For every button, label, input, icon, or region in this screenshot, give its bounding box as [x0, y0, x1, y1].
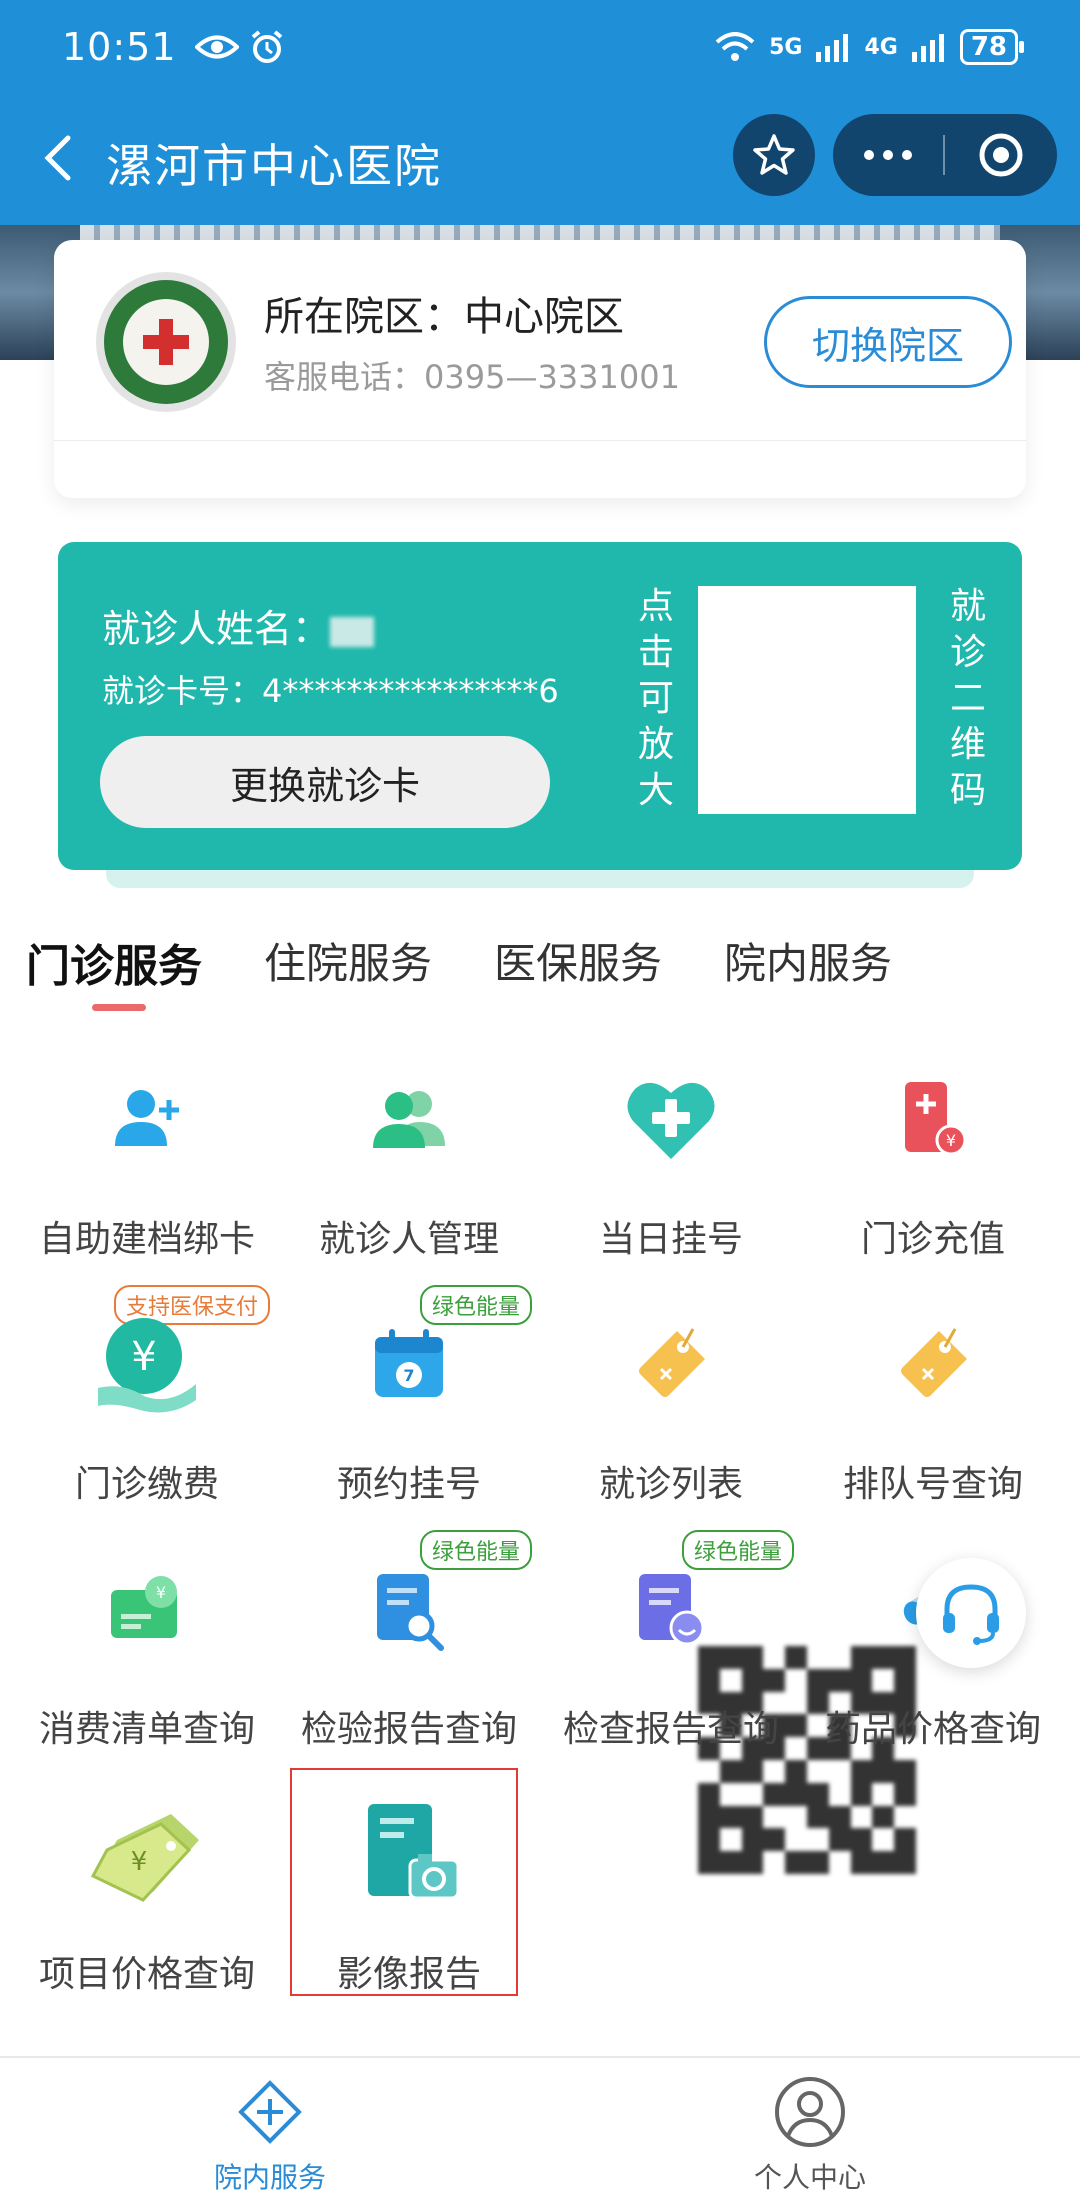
tag-icon — [611, 1305, 731, 1425]
svg-text:¥: ¥ — [156, 1583, 166, 1602]
calendar-icon: 7 — [349, 1305, 469, 1425]
tap-to-enlarge-hint: 点击可放大 — [637, 586, 674, 811]
star-icon — [753, 134, 795, 175]
tag-icon — [873, 1305, 993, 1425]
target-icon — [979, 133, 1023, 177]
service-item-price[interactable]: ¥ 项目价格查询 — [16, 1795, 278, 1995]
net-4g: 4G — [864, 34, 898, 60]
qr-caption: 就诊二维码 — [949, 586, 986, 811]
service-outpatient-payment[interactable]: 支持医保支付 ¥ 门诊缴费 — [16, 1285, 278, 1505]
svg-text:¥: ¥ — [131, 1334, 156, 1380]
svg-text:¥: ¥ — [946, 1131, 956, 1150]
service-tabs: 门诊服务 住院服务 医保服务 院内服务 — [26, 930, 954, 1011]
switch-campus-button[interactable]: 切换院区 — [764, 296, 1012, 388]
battery-indicator: 78 — [959, 29, 1025, 65]
signal-icon — [816, 34, 849, 62]
patient-name: 就诊人姓名： — [102, 598, 375, 653]
status-time: 10:51 — [62, 25, 177, 69]
alarm-icon — [251, 30, 282, 63]
change-card-button[interactable]: 更换就诊卡 — [100, 736, 550, 828]
close-miniapp-button[interactable] — [945, 114, 1057, 196]
price-tag-icon: ¥ — [87, 1795, 207, 1915]
service-queue-query[interactable]: 排队号查询 — [802, 1305, 1064, 1505]
report-search-icon — [349, 1550, 469, 1670]
top-bar: 10:51 5G 4G 78 漯河市中心医院 — [0, 0, 1080, 225]
yuan-hand-icon: ¥ — [87, 1305, 207, 1425]
recharge-icon: ¥ — [873, 1060, 993, 1180]
more-button[interactable] — [833, 114, 943, 196]
service-phone: 客服电话：0395—3331001 — [264, 358, 680, 396]
users-icon — [349, 1060, 469, 1180]
tab-outpatient[interactable]: 门诊服务 — [26, 930, 202, 1011]
patient-card-number: 就诊卡号：4****************6 — [102, 672, 559, 710]
miniapp-capsule — [833, 114, 1057, 196]
chevron-left-icon — [44, 135, 71, 181]
service-expense-list[interactable]: ¥ 消费清单查询 — [16, 1550, 278, 1750]
svg-text:7: 7 — [403, 1366, 414, 1385]
campus-label: 所在院区：中心院区 — [264, 294, 624, 340]
red-cross-icon — [143, 319, 189, 365]
eye-icon — [194, 35, 239, 59]
page-title: 漯河市中心医院 — [106, 139, 442, 193]
tab-insurance[interactable]: 医保服务 — [494, 930, 662, 994]
service-patient-management[interactable]: 就诊人管理 — [278, 1060, 540, 1260]
user-circle-icon — [770, 2072, 850, 2152]
signal-icon — [911, 34, 944, 62]
headset-icon — [943, 1584, 999, 1645]
report-smile-icon — [611, 1550, 731, 1670]
nav-in-hospital-services[interactable]: 院内服务 — [120, 2072, 420, 2196]
service-outpatient-recharge[interactable]: ¥ 门诊充值 — [802, 1060, 1064, 1260]
back-button[interactable] — [30, 128, 90, 188]
service-same-day-registration[interactable]: 当日挂号 — [540, 1060, 802, 1260]
qr-code[interactable] — [698, 586, 916, 1874]
bill-icon: ¥ — [87, 1550, 207, 1670]
customer-service-button[interactable] — [916, 1558, 1026, 1668]
wifi-icon — [715, 32, 755, 61]
patient-card: 就诊人姓名： 就诊卡号：4****************6 更换就诊卡 点击可… — [58, 542, 1022, 1874]
hospital-logo — [96, 272, 236, 412]
service-appointment[interactable]: 绿色能量 7 预约挂号 — [278, 1285, 540, 1505]
svg-text:¥: ¥ — [131, 1847, 148, 1877]
hospital-card: 所在院区：中心院区 客服电话：0395—3331001 切换院区 — [54, 240, 1026, 498]
heart-plus-icon — [611, 1060, 731, 1180]
medical-diamond-icon — [230, 2072, 310, 2152]
favorite-button[interactable] — [733, 114, 815, 196]
service-register-bind-card[interactable]: 自助建档绑卡 — [16, 1060, 278, 1260]
tab-inpatient[interactable]: 住院服务 — [264, 930, 432, 994]
nav-personal-center[interactable]: 个人中心 — [660, 2072, 960, 2196]
status-bar: 10:51 5G 4G 78 — [62, 22, 1025, 72]
selection-highlight — [290, 1768, 518, 1996]
tab-in-hospital[interactable]: 院内服务 — [724, 930, 892, 994]
service-visit-list[interactable]: 就诊列表 — [540, 1305, 802, 1505]
add-user-icon — [87, 1060, 207, 1180]
net-5g: 5G — [769, 34, 803, 60]
bottom-nav: 院内服务 个人中心 — [0, 2056, 1080, 2204]
service-exam-report[interactable]: 绿色能量 检查报告查询 — [540, 1530, 802, 1750]
service-lab-report[interactable]: 绿色能量 检验报告查询 — [278, 1530, 540, 1750]
